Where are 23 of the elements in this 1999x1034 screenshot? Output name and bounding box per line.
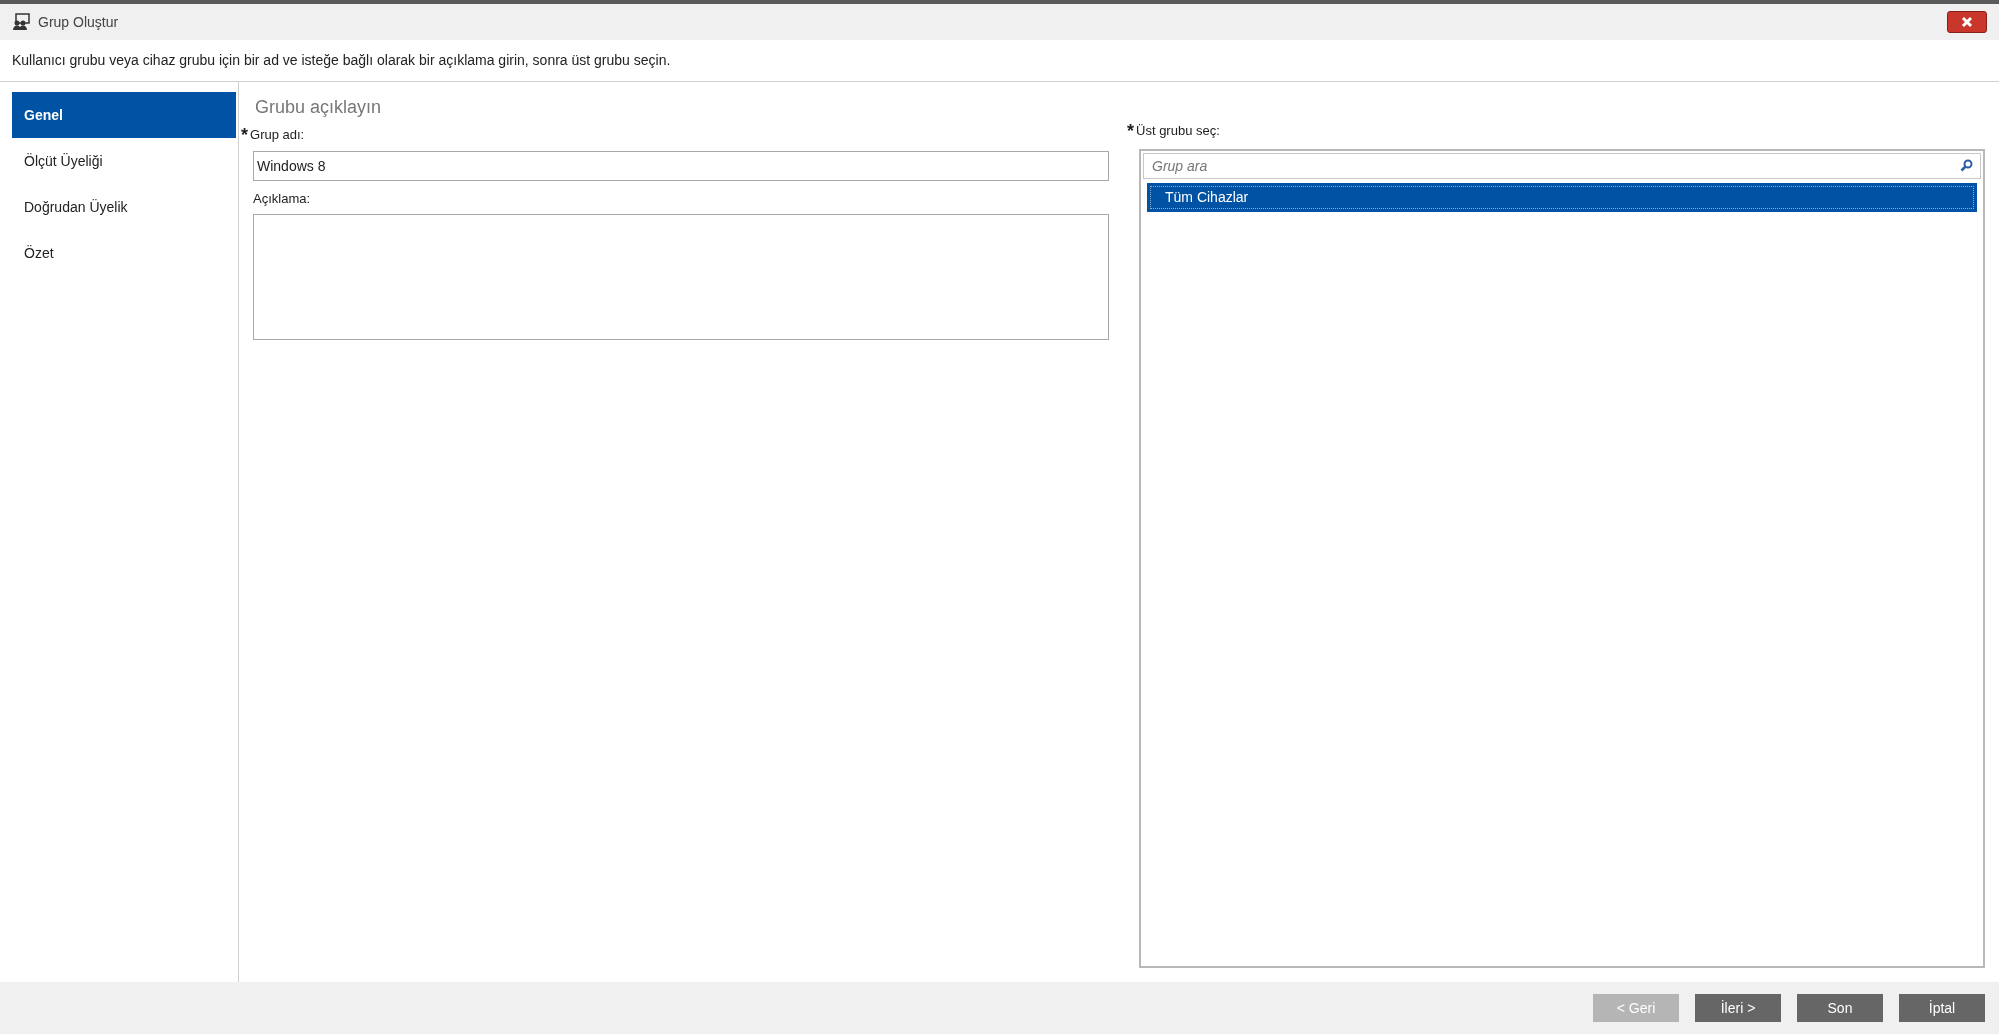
wizard-button[interactable]: Son [1797, 994, 1883, 1022]
description-field[interactable] [253, 214, 1109, 340]
group-search-field[interactable]: Grup ara [1143, 152, 1981, 179]
section-title: Grubu açıklayın [254, 96, 383, 119]
close-button[interactable] [1947, 11, 1987, 33]
field-label: Açıklama: [253, 189, 312, 208]
field-label: Grup adı: [250, 126, 305, 144]
search-icon [1960, 158, 1973, 172]
sidebar-item[interactable]: Doğrudan Üyelik [12, 184, 236, 230]
group-icon [12, 13, 30, 31]
tree-item[interactable]: Tüm Cihazlar [1147, 182, 1977, 212]
sidebar-item[interactable]: Ölçüt Üyeliği [12, 138, 236, 184]
window-title: Grup Oluştur [38, 12, 119, 32]
field-label: Üst grubu seç: [1136, 122, 1220, 140]
wizard-button[interactable]: İleri > [1695, 994, 1781, 1022]
close-icon [1961, 16, 1973, 28]
required-mark: * [1127, 121, 1134, 140]
group-name-field[interactable]: Windows 8 [253, 150, 1109, 181]
sidebar-item[interactable]: Genel [12, 92, 236, 138]
wizard-button[interactable]: İptal [1899, 994, 1985, 1022]
required-mark: * [241, 125, 248, 144]
sidebar-item[interactable]: Özet [12, 230, 236, 276]
instruction-text: Kullanıcı grubu veya cihaz grubu için bir ad ve isteğe bağlı olarak bir açıklama girin, sonra üst grubu seçin. [12, 51, 671, 70]
